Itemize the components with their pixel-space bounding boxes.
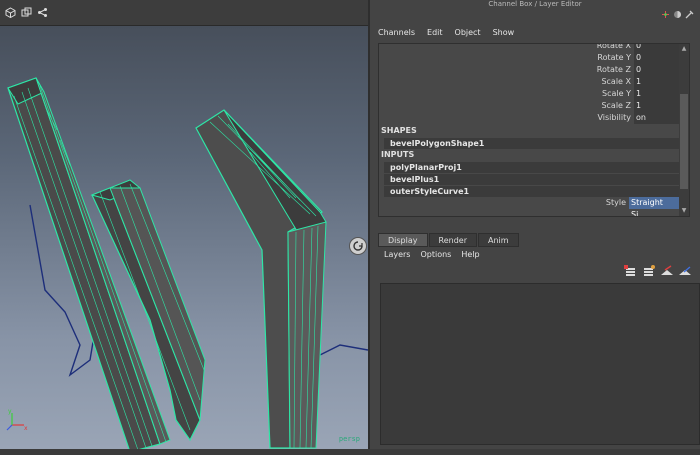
rotate-icon — [353, 241, 363, 251]
mesh-right-slab — [195, 109, 327, 449]
attr-value[interactable]: 1 — [634, 100, 679, 112]
input-node-outerstylecurve1[interactable]: outerStyleCurve1 — [384, 186, 679, 197]
move-layer-down-icon[interactable] — [678, 265, 692, 277]
scroll-up-icon[interactable]: ▲ — [680, 45, 688, 53]
viewport-panel[interactable]: x y persp — [0, 0, 368, 449]
panel-title: Channel Box / Layer Editor — [488, 0, 582, 8]
attr-value[interactable]: on — [634, 112, 679, 124]
attr-row-style[interactable]: Style Straight Si... — [379, 197, 679, 216]
attr-row-scale-z[interactable]: Scale Z 1 — [379, 100, 679, 112]
attr-value[interactable]: 1 — [634, 76, 679, 88]
axis-icon[interactable] — [661, 10, 670, 19]
svg-text:x: x — [24, 425, 28, 431]
viewport-scene[interactable] — [0, 26, 368, 449]
attr-label: Scale Z — [601, 101, 631, 110]
attr-label: Scale Y — [602, 89, 631, 98]
share-icon[interactable] — [35, 6, 49, 20]
menu-layers[interactable]: Layers — [384, 250, 410, 259]
move-layer-up-icon[interactable] — [660, 265, 674, 277]
scroll-down-icon[interactable]: ▼ — [680, 207, 688, 215]
shape-node-bevelpolygonshape1[interactable]: bevelPolygonShape1 — [384, 138, 679, 149]
sphere-icon[interactable] — [673, 10, 682, 19]
layer-list[interactable] — [380, 283, 700, 445]
attr-value[interactable]: 0 — [634, 64, 679, 76]
tab-render[interactable]: Render — [428, 233, 477, 247]
layers-icon[interactable] — [19, 6, 33, 20]
camera-label: persp — [338, 435, 360, 443]
new-layer-icon[interactable] — [624, 265, 638, 277]
menu-help[interactable]: Help — [461, 250, 479, 259]
attr-row-scale-y[interactable]: Scale Y 1 — [379, 88, 679, 100]
panel-toolbar — [661, 10, 694, 19]
menu-options[interactable]: Options — [420, 250, 451, 259]
attr-label: Rotate Z — [596, 65, 631, 74]
menu-show[interactable]: Show — [493, 28, 515, 37]
attr-label: Rotate Y — [597, 53, 631, 62]
layer-editor-toolbar — [624, 265, 692, 277]
attr-row-rotate-y[interactable]: Rotate Y 0 — [379, 52, 679, 64]
svg-text:y: y — [8, 408, 12, 415]
attr-label: Visibility — [597, 113, 631, 122]
layer-editor-menu: Layers Options Help — [384, 250, 480, 259]
channel-box-scrollbar[interactable]: ▲ ▼ — [679, 44, 689, 216]
shapes-header: SHAPES — [381, 126, 417, 135]
menu-edit[interactable]: Edit — [427, 28, 443, 37]
tab-anim[interactable]: Anim — [477, 233, 519, 247]
attr-label: Rotate X — [596, 43, 631, 50]
attr-row-visibility[interactable]: Visibility on — [379, 112, 679, 124]
menu-object[interactable]: Object — [455, 28, 481, 37]
channel-box-panel: Channel Box / Layer Editor Channels Edit… — [368, 0, 700, 449]
viewport-toolbar — [0, 0, 368, 26]
panel-resize-handle[interactable] — [349, 237, 367, 255]
time-slider[interactable] — [0, 449, 700, 455]
attr-row-rotate-z[interactable]: Rotate Z 0 — [379, 64, 679, 76]
attr-value[interactable]: 0 — [634, 44, 679, 52]
style-label: Style — [605, 198, 626, 207]
layer-editor-tabs: Display Render Anim — [378, 233, 520, 247]
attr-value[interactable]: 0 — [634, 52, 679, 64]
channel-box-menu: Channels Edit Object Show — [378, 28, 514, 37]
inputs-header: INPUTS — [381, 150, 415, 159]
scrollbar-thumb[interactable] — [680, 94, 688, 189]
cube-icon[interactable] — [3, 6, 17, 20]
attr-value[interactable]: 1 — [634, 88, 679, 100]
input-node-bevelplus1[interactable]: bevelPlus1 — [384, 174, 679, 185]
channel-box: Rotate X 0 Rotate Y 0 Rotate Z 0 Scale X… — [378, 43, 690, 217]
new-layer-selected-icon[interactable] — [642, 265, 656, 277]
style-value-field[interactable]: Straight Si... — [629, 197, 679, 216]
menu-channels[interactable]: Channels — [378, 28, 415, 37]
tool-icon[interactable] — [685, 10, 694, 19]
attr-row-rotate-x[interactable]: Rotate X 0 — [379, 43, 679, 52]
attr-row-scale-x[interactable]: Scale X 1 — [379, 76, 679, 88]
input-node-polyplanarproj1[interactable]: polyPlanarProj1 — [384, 162, 679, 173]
attr-label: Scale X — [601, 77, 631, 86]
axis-gizmo: x y — [6, 408, 28, 431]
tab-display[interactable]: Display — [378, 233, 428, 247]
